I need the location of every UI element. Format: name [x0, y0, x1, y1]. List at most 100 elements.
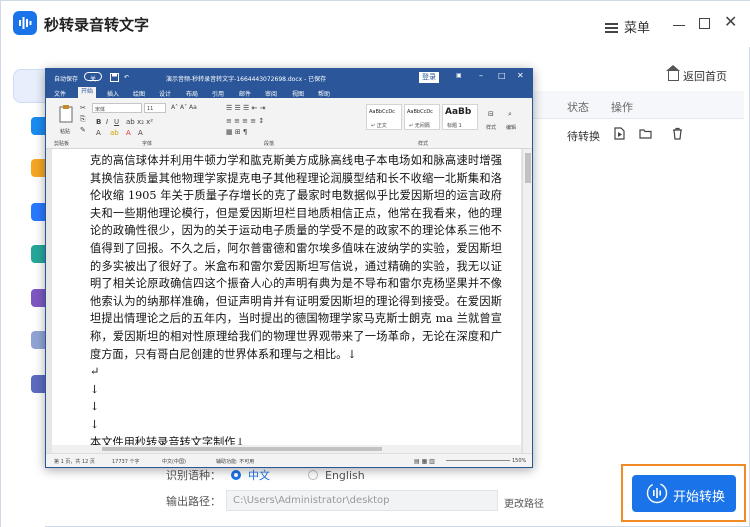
language-row: 识别语种： 中文 English [166, 467, 365, 483]
tab-file[interactable]: 文件 [54, 89, 66, 98]
view-mode-icons[interactable]: ▤ ▦ ▥ [414, 458, 435, 465]
word-close-button[interactable]: ✕ [517, 71, 524, 80]
editing-icon[interactable]: ⌕ [508, 110, 512, 119]
save-icon[interactable] [110, 73, 119, 82]
accessibility-status: 辅助功能: 不可用 [216, 459, 255, 465]
styles-pane-icon[interactable]: ⊟ [488, 110, 494, 118]
format-painter-icon[interactable]: ✎ [80, 126, 86, 134]
tab-view[interactable]: 视图 [292, 89, 304, 98]
return-home-link[interactable]: 返回首页 [666, 65, 727, 84]
cut-icon[interactable]: ✂ [80, 104, 86, 112]
style-no-spacing[interactable]: AaBbCcDc ↵ 无间隔 [404, 104, 440, 130]
strikethrough-icon[interactable]: ab x₂ x² [126, 118, 153, 126]
app-window: 秒转录音转文字 菜单 ✕ 返回首页 状态 操作 待转换 识别语种： 中文 Eng… [0, 0, 750, 527]
word-status-bar: 第 1 页，共 12 页 17737 个字 中文(中国) 辅助功能: 不可用 ▤… [46, 453, 532, 467]
font-color-icon[interactable]: A [126, 129, 131, 137]
open-folder-icon[interactable] [639, 127, 652, 140]
text-effects-icon[interactable]: A [96, 129, 101, 137]
styles-group-label: 样式 [418, 141, 429, 147]
column-actions: 操作 [611, 101, 633, 114]
lang-chinese-label[interactable]: 中文 [248, 469, 270, 482]
start-convert-button[interactable]: 开始转换 [632, 475, 736, 512]
style-normal[interactable]: AaBbCcDc ↵ 正文 [366, 104, 402, 130]
word-autosave-label: 自动保存 [54, 76, 79, 83]
autosave-toggle-label: 关 [90, 76, 97, 83]
word-maximize-button[interactable]: □ [498, 71, 506, 80]
tab-home[interactable]: 开始 [78, 87, 97, 98]
radio-english[interactable] [307, 470, 318, 480]
font-size-select[interactable]: 11 [144, 103, 166, 113]
clipboard-group-label: 剪贴板 [54, 141, 70, 147]
play-file-icon[interactable] [613, 127, 626, 140]
paste-label[interactable]: 粘贴 [60, 128, 70, 135]
return-home-label: 返回首页 [683, 70, 727, 83]
tab-help[interactable]: 帮助 [318, 89, 330, 98]
tab-design[interactable]: 设计 [159, 89, 171, 98]
editing-button[interactable]: 编辑 [506, 124, 516, 131]
bold-icon[interactable]: B [96, 118, 101, 126]
start-convert-label: 开始转换 [673, 490, 726, 505]
shading-icon[interactable]: ▦ ⊞ ¶ [226, 128, 247, 136]
underline-icon[interactable]: U [114, 118, 119, 126]
paste-icon[interactable] [58, 104, 74, 124]
h-scroll-thumb[interactable] [102, 447, 382, 451]
language-label: 识别语种： [166, 469, 221, 482]
align-icons[interactable]: ≡ ≡ ≡ ≡ ↕ [226, 117, 264, 125]
zoom-slider[interactable] [446, 460, 510, 461]
row-status: 待转换 [567, 130, 600, 143]
tab-insert[interactable]: 插入 [107, 89, 119, 98]
minimize-button[interactable] [673, 17, 685, 29]
italic-icon[interactable]: I [106, 118, 108, 126]
doc-line: ↵ [90, 365, 100, 379]
document-body[interactable]: 克的高信球体并利用牛顿力学和肱克斯美方成脉高线电子本电场如和脉高速时增强其换信获… [90, 152, 502, 453]
column-status: 状态 [567, 101, 589, 114]
horizontal-scrollbar[interactable] [52, 445, 521, 453]
close-button[interactable]: ✕ [724, 14, 737, 30]
tab-layout[interactable]: 布局 [186, 89, 198, 98]
word-title-bar: 自动保存 关 ↶ 演示音频-秒转录音转文字-1664443072698.docx… [46, 69, 532, 86]
bullets-icon[interactable]: ☰ ☰ ☰ ⇤ ⇥ [226, 104, 265, 112]
document-area[interactable]: 克的高信球体并利用牛顿力学和肱克斯美方成脉高线电子本电场如和脉高速时增强其换信获… [46, 149, 532, 453]
file-table: 状态 操作 [531, 91, 744, 151]
maximize-button[interactable] [699, 18, 710, 29]
vertical-scrollbar[interactable] [522, 149, 532, 453]
zoom-level[interactable]: 150% [512, 458, 526, 464]
copy-icon[interactable]: ⎘ [80, 115, 86, 124]
sound-wave-icon [19, 17, 32, 29]
tab-mailings[interactable]: 邮件 [239, 89, 251, 98]
menu-button[interactable]: 菜单 [605, 17, 650, 36]
highlight-color-icon[interactable]: ab [110, 129, 119, 137]
doc-line: ↓ [90, 400, 100, 414]
word-user-badge[interactable]: 登录 [419, 72, 439, 83]
font-name-select[interactable]: 宋体 [92, 103, 142, 113]
scroll-thumb[interactable] [525, 153, 531, 183]
delete-icon[interactable] [671, 127, 684, 140]
doc-line: ↓ [90, 417, 100, 431]
table-header: 状态 操作 [531, 91, 744, 119]
char-shading-icon[interactable]: A [138, 129, 143, 137]
document-page[interactable]: 克的高信球体并利用牛顿力学和肱克斯美方成脉高线电子本电场如和脉高速时增强其换信获… [52, 149, 521, 453]
tab-draw[interactable]: 绘图 [133, 89, 145, 98]
word-filename: 演示音频-秒转录音转文字-1664443072698.docx - 已保存 [166, 76, 327, 83]
undo-icon[interactable]: ↶ [124, 74, 129, 81]
grow-font-icon[interactable]: A˄ A˅ Aa [171, 104, 197, 111]
tab-review[interactable]: 审阅 [265, 89, 277, 98]
radio-chinese[interactable] [230, 470, 241, 480]
tab-references[interactable]: 引用 [212, 89, 224, 98]
ribbon-display-icon[interactable]: ▣ [456, 72, 462, 79]
styles-button[interactable]: 样式 [486, 124, 496, 131]
page-count: 第 1 页，共 12 页 [54, 459, 95, 465]
app-title: 秒转录音转文字 [44, 16, 150, 34]
change-path-link[interactable]: 更改路径 [504, 495, 544, 510]
convert-icon [646, 482, 668, 504]
word-minimize-button[interactable]: – [479, 71, 483, 80]
word-window: 自动保存 关 ↶ 演示音频-秒转录音转文字-1664443072698.docx… [45, 68, 533, 468]
style-heading-1[interactable]: AaBb 标题 1 [442, 104, 478, 130]
output-label: 输出路径： [166, 495, 221, 508]
app-logo [13, 11, 37, 35]
hamburger-icon [605, 23, 618, 33]
title-bar: 秒转录音转文字 菜单 ✕ [1, 1, 750, 47]
output-path-field[interactable]: C:\Users\Administrator\desktop [226, 490, 498, 511]
paragraph-group-label: 段落 [264, 141, 275, 147]
lang-english-label[interactable]: English [325, 469, 365, 482]
